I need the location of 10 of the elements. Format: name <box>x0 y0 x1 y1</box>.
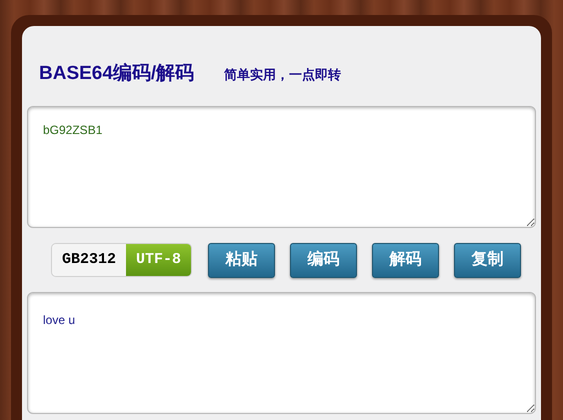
encoding-toggle[interactable]: GB2312 <box>52 244 126 276</box>
action-button[interactable]: 粘贴 <box>208 242 276 278</box>
output-field[interactable]: love u <box>27 292 536 414</box>
page-subtitle: 简单实用，一点即转 <box>224 66 342 84</box>
input-field[interactable]: bG92ZSB1 <box>27 106 536 228</box>
action-button[interactable]: 编码 <box>290 242 358 278</box>
action-button[interactable]: 解码 <box>372 242 440 278</box>
action-button[interactable]: 复制 <box>454 242 522 278</box>
page-title: BASE64编码/解码 <box>39 62 194 86</box>
encoding-toggle[interactable]: UTF-8 <box>126 244 192 276</box>
